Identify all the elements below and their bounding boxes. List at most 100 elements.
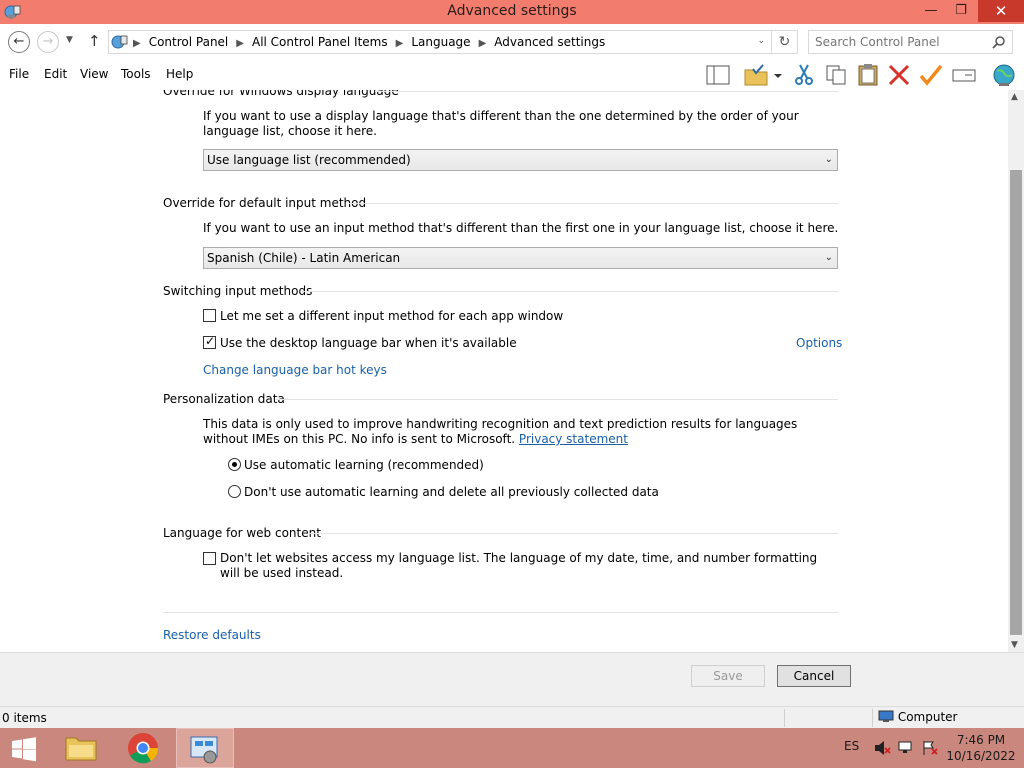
scrollbar-thumb[interactable] <box>1010 170 1022 635</box>
dropdown-icon[interactable] <box>770 63 786 87</box>
section-heading: Override for default input method <box>163 196 367 210</box>
paste-icon[interactable] <box>855 63 881 87</box>
delete-icon[interactable] <box>886 63 912 87</box>
breadcrumb[interactable]: ▶ Control Panel ▶ All Control Panel Items ▶ L… <box>108 30 772 54</box>
language-bar-option[interactable]: Use the desktop language bar when it's a… <box>203 334 517 350</box>
close-button[interactable]: ✕ <box>978 0 1024 22</box>
search-box[interactable] <box>808 30 1013 54</box>
web-language-option[interactable]: Don't let websites access my language li… <box>203 551 823 581</box>
privacy-statement-link[interactable]: Privacy statement <box>519 432 628 446</box>
breadcrumb-chevron-icon: ▶ <box>236 38 244 49</box>
breadcrumb-chevron-icon: ▶ <box>133 38 141 49</box>
checkmark-icon[interactable] <box>918 63 944 87</box>
divider <box>163 612 838 613</box>
network-icon[interactable] <box>897 740 915 756</box>
web-language-checkbox[interactable] <box>203 552 216 565</box>
recent-locations-chevron-icon[interactable]: ▼ <box>66 35 73 45</box>
dialog-footer: Save Cancel <box>0 652 1024 706</box>
save-button[interactable]: Save <box>691 665 765 687</box>
section-input-method: Override for default input method <box>163 196 838 210</box>
globe-icon[interactable] <box>991 63 1017 87</box>
language-bar-label[interactable]: Use the desktop language bar when it's a… <box>220 336 517 350</box>
breadcrumb-control-panel[interactable]: Control Panel <box>149 35 229 49</box>
divider <box>872 709 873 727</box>
display-language-value: Use language list (recommended) <box>207 153 411 167</box>
address-bar: ← → ▼ ↑ ▶ Control Panel ▶ All Control Panel… <box>0 24 1024 60</box>
up-arrow-icon[interactable]: ↑ <box>88 32 101 50</box>
clock-time: 7:46 PM <box>956 733 1006 747</box>
menu-bar: File Edit View Tools Help <box>0 60 1024 90</box>
title-bar: Advanced settings — ❐ ✕ <box>0 0 1024 24</box>
section-heading: Personalization data <box>163 392 285 406</box>
breadcrumb-advanced-settings[interactable]: Advanced settings <box>494 35 605 49</box>
action-center-flag-icon[interactable] <box>921 740 939 756</box>
start-windows-icon[interactable] <box>0 728 48 768</box>
breadcrumb-language[interactable]: Language <box>411 35 470 49</box>
file-explorer-icon[interactable] <box>52 728 110 768</box>
folder-check-icon[interactable] <box>743 63 769 87</box>
input-method-description: If you want to use an input method that'… <box>203 221 839 235</box>
per-app-input-option[interactable]: Let me set a different input method for … <box>203 309 563 323</box>
input-language-indicator[interactable]: ES <box>844 739 859 753</box>
per-app-input-checkbox[interactable] <box>203 309 216 322</box>
scroll-up-icon[interactable]: ▲ <box>1011 92 1018 102</box>
copy-icon[interactable] <box>823 63 849 87</box>
divider <box>349 203 838 204</box>
no-learning-label[interactable]: Don't use automatic learning and delete … <box>244 485 659 499</box>
options-link[interactable]: Options <box>796 336 842 350</box>
no-learning-radio[interactable] <box>228 485 241 498</box>
system-clock[interactable]: 7:46 PM 10/16/2022 <box>940 732 1022 764</box>
input-method-value: Spanish (Chile) - Latin American <box>207 251 401 265</box>
auto-learning-radio[interactable] <box>228 458 241 471</box>
refresh-button[interactable]: ↻ <box>772 30 798 54</box>
auto-learning-label[interactable]: Use automatic learning (recommended) <box>244 458 484 472</box>
no-learning-option[interactable]: Don't use automatic learning and delete … <box>228 485 659 499</box>
menu-help[interactable]: Help <box>166 67 193 81</box>
window-title: Advanced settings <box>447 3 577 19</box>
web-language-label[interactable]: Don't let websites access my language li… <box>220 551 817 580</box>
minimize-button[interactable]: — <box>916 0 946 22</box>
input-method-select[interactable]: Spanish (Chile) - Latin American ⌄ <box>203 247 838 269</box>
hotkeys-link[interactable]: Change language bar hot keys <box>203 363 387 377</box>
back-button[interactable]: ← <box>8 31 30 53</box>
cut-icon[interactable] <box>791 63 817 87</box>
cancel-button[interactable]: Cancel <box>777 665 851 687</box>
search-input[interactable] <box>815 34 985 50</box>
personalization-text: This data is only used to improve handwr… <box>203 417 798 446</box>
breadcrumb-chevron-icon: ▶ <box>395 38 404 49</box>
location-label: Computer <box>897 710 958 724</box>
scroll-down-icon[interactable]: ▼ <box>1011 640 1018 650</box>
menu-file[interactable]: File <box>9 67 29 81</box>
properties-icon[interactable] <box>951 63 977 87</box>
search-icon[interactable] <box>992 35 1006 49</box>
maximize-button[interactable]: ❐ <box>946 0 976 22</box>
section-heading: Switching input methods <box>163 284 313 298</box>
speaker-muted-icon[interactable] <box>873 740 891 756</box>
control-panel-taskbar-button[interactable] <box>176 728 234 768</box>
vertical-scrollbar[interactable]: ▲ ▼ <box>1008 90 1024 652</box>
restore-defaults-link[interactable]: Restore defaults <box>163 628 261 642</box>
computer-icon <box>878 710 894 722</box>
section-switching: Switching input methods <box>163 284 838 298</box>
address-dropdown-icon[interactable]: ⌄ <box>757 36 765 46</box>
menu-tools[interactable]: Tools <box>121 67 151 81</box>
chevron-down-icon: ⌄ <box>824 252 833 263</box>
menu-edit[interactable]: Edit <box>44 67 67 81</box>
per-app-input-label[interactable]: Let me set a different input method for … <box>220 309 563 323</box>
auto-learning-option[interactable]: Use automatic learning (recommended) <box>228 458 484 472</box>
display-language-select[interactable]: Use language list (recommended) ⌄ <box>203 149 838 171</box>
control-panel-icon <box>111 35 128 49</box>
status-bar: 0 items Computer <box>0 706 1024 728</box>
chrome-icon[interactable] <box>114 728 172 768</box>
section-personalization: Personalization data <box>163 392 838 406</box>
language-bar-checkbox[interactable] <box>203 334 216 349</box>
breadcrumb-all-items[interactable]: All Control Panel Items <box>252 35 388 49</box>
forward-button[interactable]: → <box>37 31 59 53</box>
display-language-description: If you want to use a display language th… <box>203 109 799 138</box>
menu-view[interactable]: View <box>80 67 108 81</box>
layout-pane-icon[interactable] <box>705 63 731 87</box>
divider <box>302 291 838 292</box>
location-status: Computer <box>878 710 957 724</box>
divider <box>784 709 785 727</box>
chevron-down-icon: ⌄ <box>824 154 833 165</box>
